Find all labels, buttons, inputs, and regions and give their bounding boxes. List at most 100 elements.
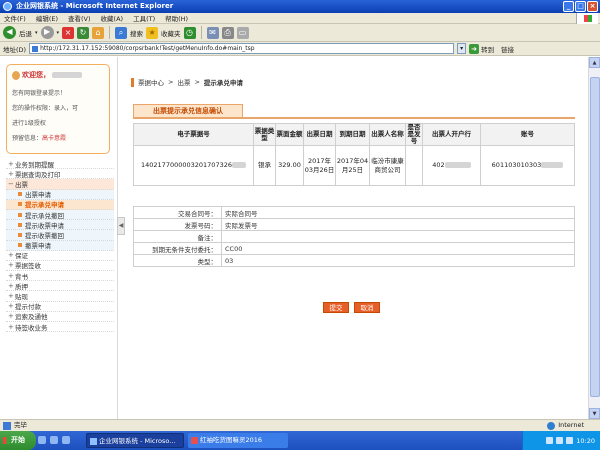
refresh-icon[interactable]: ↻ [77,26,90,39]
breadcrumb-marker [131,77,134,87]
minimize-button[interactable]: _ [563,1,574,12]
sidebar-item[interactable]: + 票据查询及打印 [6,169,114,180]
quick-launch-media-icon[interactable] [62,436,70,444]
sidebar-item[interactable]: 提示承兑撤回 [6,209,114,221]
vertical-scrollbar[interactable]: ▲ ▼ [588,57,600,419]
submit-button[interactable]: 提交 [323,302,349,313]
sidebar-item-label: 保证 [15,252,28,261]
extra-info-form: 交易合同号： 实际合同号 发票号码： 实际发票号 备注： 到期无条件支付委托： … [133,206,575,267]
sidebar-item[interactable]: 撤票申请 [6,240,114,251]
sidebar-item[interactable]: + 票据签收 [6,261,114,272]
sidebar-item[interactable]: 提示收票撤回 [6,230,114,241]
sidebar-item[interactable]: + 背书 [6,271,114,282]
search-button-label[interactable]: 搜索 [130,28,143,38]
invoice-number-field[interactable]: 实际发票号 [221,218,575,231]
menu-file[interactable]: 文件(F) [4,13,26,23]
go-arrow-icon: ➜ [469,43,480,54]
breadcrumb-item-issue[interactable]: 出票 [177,77,190,87]
reserved-info-value: 高卡意霞 [42,135,67,142]
sidebar-item-label: 提示收票撤回 [25,231,64,240]
home-icon[interactable]: ⌂ [92,26,105,39]
scroll-down-icon[interactable]: ▼ [589,408,600,419]
breadcrumb: 票据中心 > 出票 > 提示承兑申请 [131,77,243,87]
sidebar-item[interactable]: 提示收票申请 [6,220,114,231]
sidebar-item[interactable]: + 追索及通他 [6,312,114,322]
sidebar-item[interactable]: + 贴现 [6,291,114,302]
sidebar-item[interactable]: + 保证 [6,251,114,261]
breadcrumb-item-ticket-center[interactable]: 票据中心 [138,77,164,87]
form-row-invoice: 发票号码： 实际发票号 [133,218,575,231]
sidebar: 欢迎您， 您有网银登录提示！ 您的操作权限：录入，可 进行1级授权 预留信息：高… [0,57,118,419]
stop-icon[interactable]: × [62,26,75,39]
sidebar-item[interactable]: − 出票 [6,179,114,190]
toolbar: ◀ 后退 ▾ ▶ ▾ × ↻ ⌂ ⌕ 搜索 ★ 收藏夹 ◷ ✉ ⎙ ▭ [0,24,600,42]
edit-page-icon[interactable]: ▭ [236,26,249,39]
taskbar-item-ie[interactable]: 企业网银系统 - Microso... [86,433,184,448]
favorites-star-icon[interactable]: ★ [146,26,159,39]
tray-network-icon[interactable] [546,437,554,444]
cell-bill-number: 1402177000003201707326 [133,145,254,186]
forward-dropdown-icon[interactable]: ▾ [57,30,60,36]
address-dropdown-icon[interactable]: ▾ [457,43,467,54]
contract-number-field[interactable]: 实际合同号 [221,206,575,219]
tray-shield-icon[interactable] [566,437,574,444]
tray-volume-icon[interactable] [556,437,564,444]
print-icon[interactable]: ⎙ [221,26,234,39]
back-dropdown-icon[interactable]: ▾ [35,30,38,36]
mail-icon[interactable]: ✉ [206,26,219,39]
sidebar-item-label: 质押 [15,282,28,291]
maximize-button[interactable]: □ [575,1,586,12]
scroll-up-icon[interactable]: ▲ [589,57,600,68]
sidebar-collapse-toggle[interactable]: ◀ [117,217,125,235]
sidebar-item[interactable]: 出票申请 [6,189,114,200]
status-text: 完毕 [14,421,27,429]
system-tray: 10:20 [522,431,600,450]
quick-launch-ie-icon[interactable] [38,436,46,444]
favorites-button-label[interactable]: 收藏夹 [161,28,181,38]
bill-detail-table: 电子票据号 票据类型 票面金额 出票日期 到期日期 出票人名称 是否是发号 出票… [133,123,575,186]
cell-bill-type: 银承 [253,145,276,186]
expand-icon: + [8,281,14,290]
cancel-button[interactable]: 取消 [354,302,380,313]
go-label: 转到 [481,45,495,54]
sidebar-item[interactable]: + 待签收业务 [6,322,114,333]
sidebar-item[interactable]: 提示承兑申请 [6,199,114,210]
sidebar-item-label: 提示承兑撤回 [25,211,64,220]
expand-icon: + [8,169,14,178]
menu-bar: 文件(F) 编辑(E) 查看(V) 收藏(A) 工具(T) 帮助(H) [0,13,600,24]
menu-help[interactable]: 帮助(H) [165,13,188,23]
type-field[interactable]: 03 [221,254,575,267]
go-button[interactable]: ➜ 转到 [469,43,495,54]
back-button-label[interactable]: 后退 [19,28,32,38]
payment-commission-label: 到期无条件支付委托： [133,242,222,255]
quick-launch-desktop-icon[interactable] [50,436,58,444]
search-icon[interactable]: ⌕ [115,26,128,39]
window-title-bar: 企业网银系统 - Microsoft Internet Explorer _ □… [0,0,600,13]
menu-edit[interactable]: 编辑(E) [36,13,58,23]
start-button[interactable]: 开始 [0,431,36,450]
remark-field[interactable] [221,230,575,243]
close-button[interactable]: × [587,1,598,12]
menu-favorites[interactable]: 收藏(A) [101,13,124,23]
sidebar-item[interactable]: + 业务到期提醒 [6,159,114,170]
sidebar-item[interactable]: + 提示付款 [6,302,114,312]
bullet-icon [18,243,22,248]
form-row-type: 类型： 03 [133,254,575,267]
remark-label: 备注： [133,230,222,243]
links-button[interactable]: 链接 [501,44,514,54]
address-input[interactable]: http://172.31.17.152:59080/corpsrbank!Te… [29,43,455,54]
forward-icon[interactable]: ▶ [40,26,54,39]
cell-account-text: 601103010303 [491,161,542,169]
payment-commission-field[interactable]: CC00 [221,242,575,255]
user-avatar-icon [12,70,20,80]
expand-icon: + [8,271,14,280]
back-icon[interactable]: ◀ [3,26,16,39]
menu-tools[interactable]: 工具(T) [133,13,155,23]
scroll-thumb[interactable] [590,77,600,397]
user-info-panel: 欢迎您， 您有网银登录提示！ 您的操作权限：录入，可 进行1级授权 预留信息：高… [6,64,110,154]
taskbar-item-app[interactable]: 红袖吃货图嘛灵2016 [188,433,288,448]
menu-view[interactable]: 查看(V) [68,13,91,23]
history-icon[interactable]: ◷ [183,26,196,39]
sidebar-item[interactable]: + 质押 [6,281,114,292]
sidebar-item-label: 出票 [15,180,28,189]
